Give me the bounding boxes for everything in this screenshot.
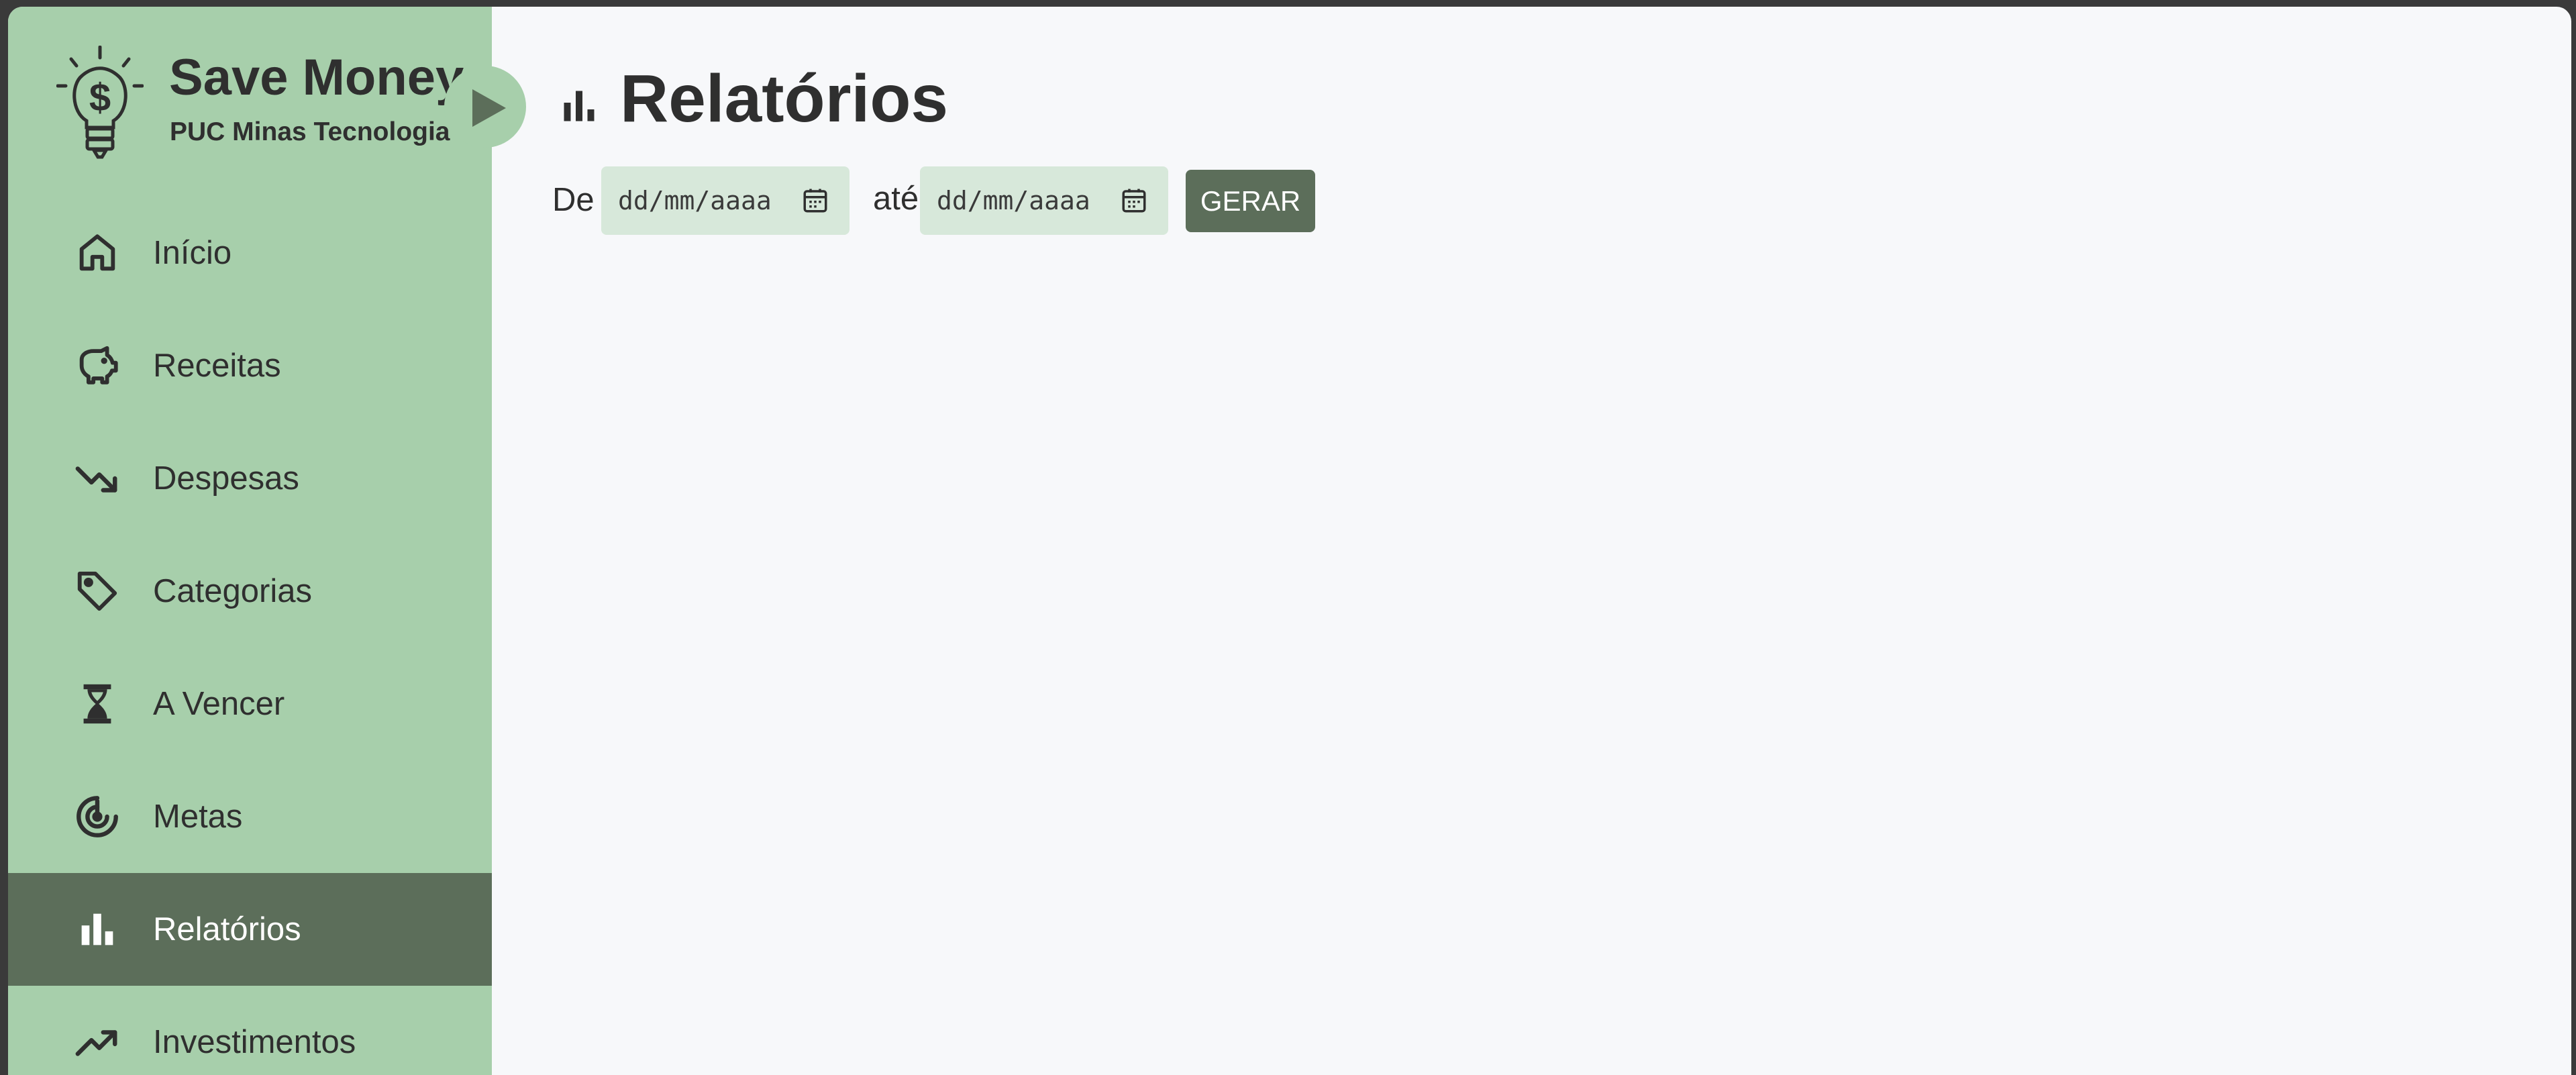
sidebar-item-label: Receitas <box>153 348 281 384</box>
from-date-field[interactable] <box>601 166 849 235</box>
sidebar-item-label: Relatórios <box>153 911 301 948</box>
sidebar-toggle-button[interactable] <box>444 66 526 148</box>
target-icon <box>76 796 118 837</box>
bar-chart-icon <box>81 913 113 945</box>
sidebar-item-label: Metas <box>153 799 243 835</box>
main-content: Relatórios De até <box>492 7 2571 1075</box>
sidebar-item-label: Categorias <box>153 573 312 609</box>
piggy-bank-icon <box>79 346 118 385</box>
sidebar-item-categorias[interactable]: Categorias <box>8 535 492 648</box>
sidebar-item-inicio[interactable]: Início <box>8 197 492 309</box>
tag-icon <box>77 571 117 611</box>
sidebar-item-label: Investimentos <box>153 1024 356 1060</box>
play-arrow-icon <box>472 89 506 127</box>
sidebar-item-despesas[interactable]: Despesas <box>8 422 492 535</box>
trending-down-icon <box>75 466 117 493</box>
lightbulb-dollar-icon: $ <box>56 46 144 159</box>
page-title: Relatórios <box>620 61 949 136</box>
svg-text:$: $ <box>89 76 111 119</box>
from-label: De <box>552 182 595 218</box>
to-date-input[interactable] <box>920 166 1168 235</box>
sidebar-item-label: Início <box>153 235 232 271</box>
bar-chart-icon <box>564 91 595 121</box>
brand-title: Save Money <box>169 49 464 106</box>
generate-button[interactable]: GERAR <box>1186 170 1315 232</box>
sidebar-item-relatorios[interactable]: Relatórios <box>8 873 492 986</box>
brand-subtitle: PUC Minas Tecnologia <box>170 117 450 146</box>
to-date-field[interactable] <box>920 166 1168 235</box>
sidebar-item-label: A Vencer <box>153 686 285 722</box>
hourglass-icon <box>83 684 111 724</box>
brand: $ Save Money PUC Minas Tecnologia <box>8 7 492 161</box>
sidebar-item-label: Despesas <box>153 460 299 497</box>
app-window: $ Save Money PUC Minas Tecnologia Início… <box>8 7 2571 1075</box>
sidebar: $ Save Money PUC Minas Tecnologia Início… <box>8 7 492 1075</box>
trending-up-icon <box>75 1030 117 1056</box>
from-date-input[interactable] <box>601 166 849 235</box>
sidebar-item-metas[interactable]: Metas <box>8 760 492 873</box>
to-label: até <box>873 181 919 217</box>
sidebar-nav: Início Receitas Despesas Categorias A Ve… <box>8 197 492 1075</box>
sidebar-item-receitas[interactable]: Receitas <box>8 309 492 422</box>
home-icon <box>79 234 115 271</box>
sidebar-item-a-vencer[interactable]: A Vencer <box>8 648 492 760</box>
sidebar-item-investimentos[interactable]: Investimentos <box>8 986 492 1075</box>
